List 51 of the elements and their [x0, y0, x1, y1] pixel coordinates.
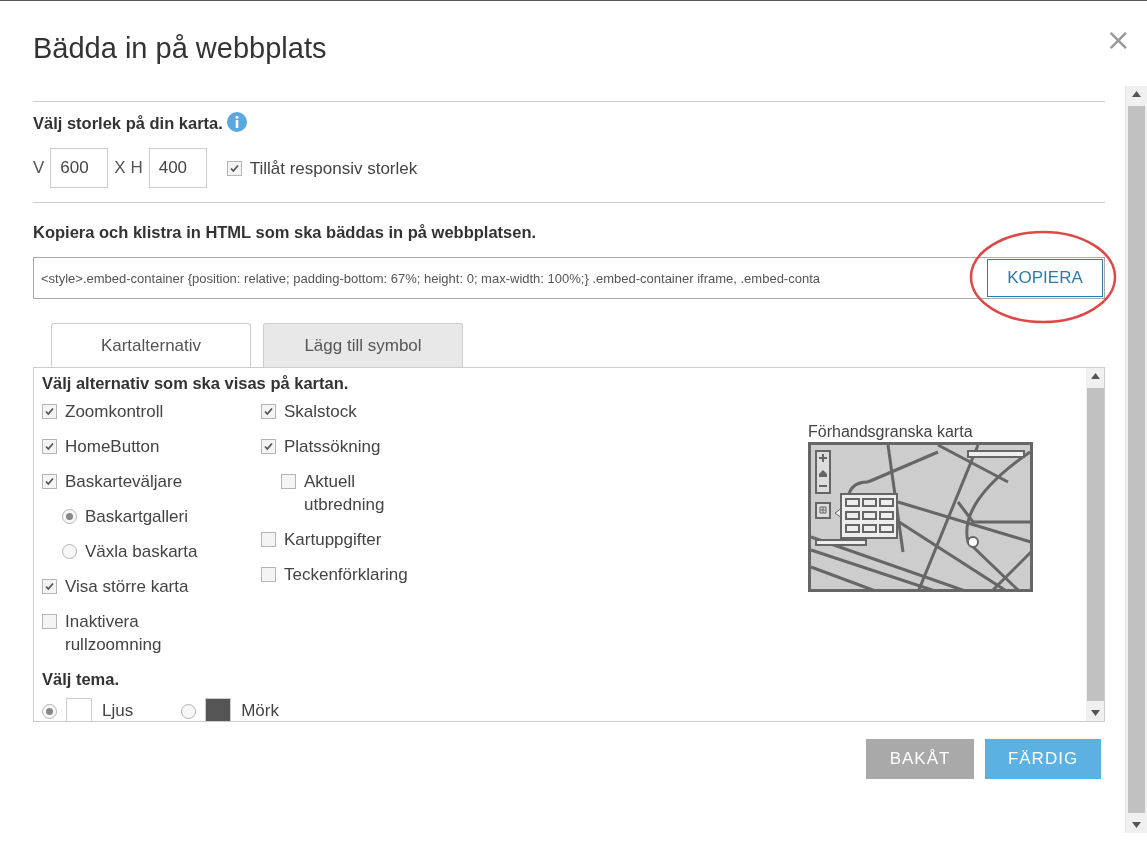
radio-button[interactable]	[42, 703, 57, 719]
height-field[interactable]: 400	[148, 148, 207, 188]
option-label: Kartuppgifter	[284, 529, 382, 551]
width-field[interactable]: 600	[50, 148, 109, 188]
checkbox[interactable]	[42, 579, 57, 594]
section-heading: Välj tema.	[42, 669, 121, 690]
option-label: Tillåt responsiv storlek	[249, 157, 418, 180]
tab[interactable]: Lägg till symbol	[263, 323, 463, 367]
option-label: Skalstock	[284, 401, 357, 423]
radio-button[interactable]	[62, 544, 77, 559]
checkbox[interactable]	[261, 404, 276, 419]
checkbox[interactable]	[281, 474, 296, 489]
width-label: V	[33, 158, 45, 178]
scroll-down-icon[interactable]	[1132, 822, 1141, 828]
radio-button[interactable]	[62, 509, 77, 524]
checkbox[interactable]	[261, 532, 276, 547]
scrollbar[interactable]	[1125, 86, 1147, 833]
checkbox[interactable]	[226, 160, 242, 176]
radio-button[interactable]	[181, 703, 197, 719]
scrollbar[interactable]	[1086, 368, 1104, 721]
option-label: Zoomkontroll	[65, 401, 164, 423]
checkbox[interactable]	[42, 614, 57, 629]
height-label: X H	[114, 158, 143, 178]
checkbox[interactable]	[261, 567, 276, 582]
section-heading: Välj alternativ som ska visas på kartan.	[42, 373, 350, 394]
option-label: Baskartgalleri	[85, 506, 188, 528]
option-label: Visa större karta	[65, 576, 189, 598]
scroll-up-icon[interactable]	[1090, 373, 1100, 379]
option-label: Teckenförklaring	[284, 564, 408, 586]
checkbox[interactable]	[261, 439, 276, 454]
tab[interactable]: Kartalternativ	[51, 323, 251, 367]
section-heading: Kopiera och klistra in HTML som ska bäddas in på webbplatsen.	[33, 222, 538, 243]
embed-code-field[interactable]: <style>.embed-container {position: relative; padding-bottom: 67%; height: 0; max-width: 100%;} .embed-container iframe, .embed-conta	[34, 270, 987, 286]
theme-label: Ljus	[102, 701, 134, 721]
option-label: Aktuell utbredning	[304, 471, 386, 516]
checkbox[interactable]	[42, 404, 57, 419]
scroll-up-icon[interactable]	[1132, 91, 1141, 97]
dialog-title: Bädda in på webbplats	[33, 31, 328, 66]
option-label: Inaktivera rullzoomning	[65, 611, 163, 656]
checkbox[interactable]	[42, 474, 57, 489]
option-label: HomeButton	[65, 436, 160, 458]
option-label: Platssökning	[284, 436, 381, 458]
option-label: Baskarteväljare	[65, 471, 183, 493]
option-label: Växla baskarta	[85, 541, 198, 563]
copy-button[interactable]: KOPIERA	[987, 259, 1103, 297]
checkbox[interactable]	[42, 439, 57, 454]
info-icon[interactable]	[226, 112, 247, 132]
scroll-down-icon[interactable]	[1090, 710, 1100, 716]
theme-label: Mörk	[241, 701, 279, 721]
section-heading: Välj storlek på din karta.	[33, 114, 223, 132]
preview-label: Förhandsgranska karta	[808, 422, 974, 442]
